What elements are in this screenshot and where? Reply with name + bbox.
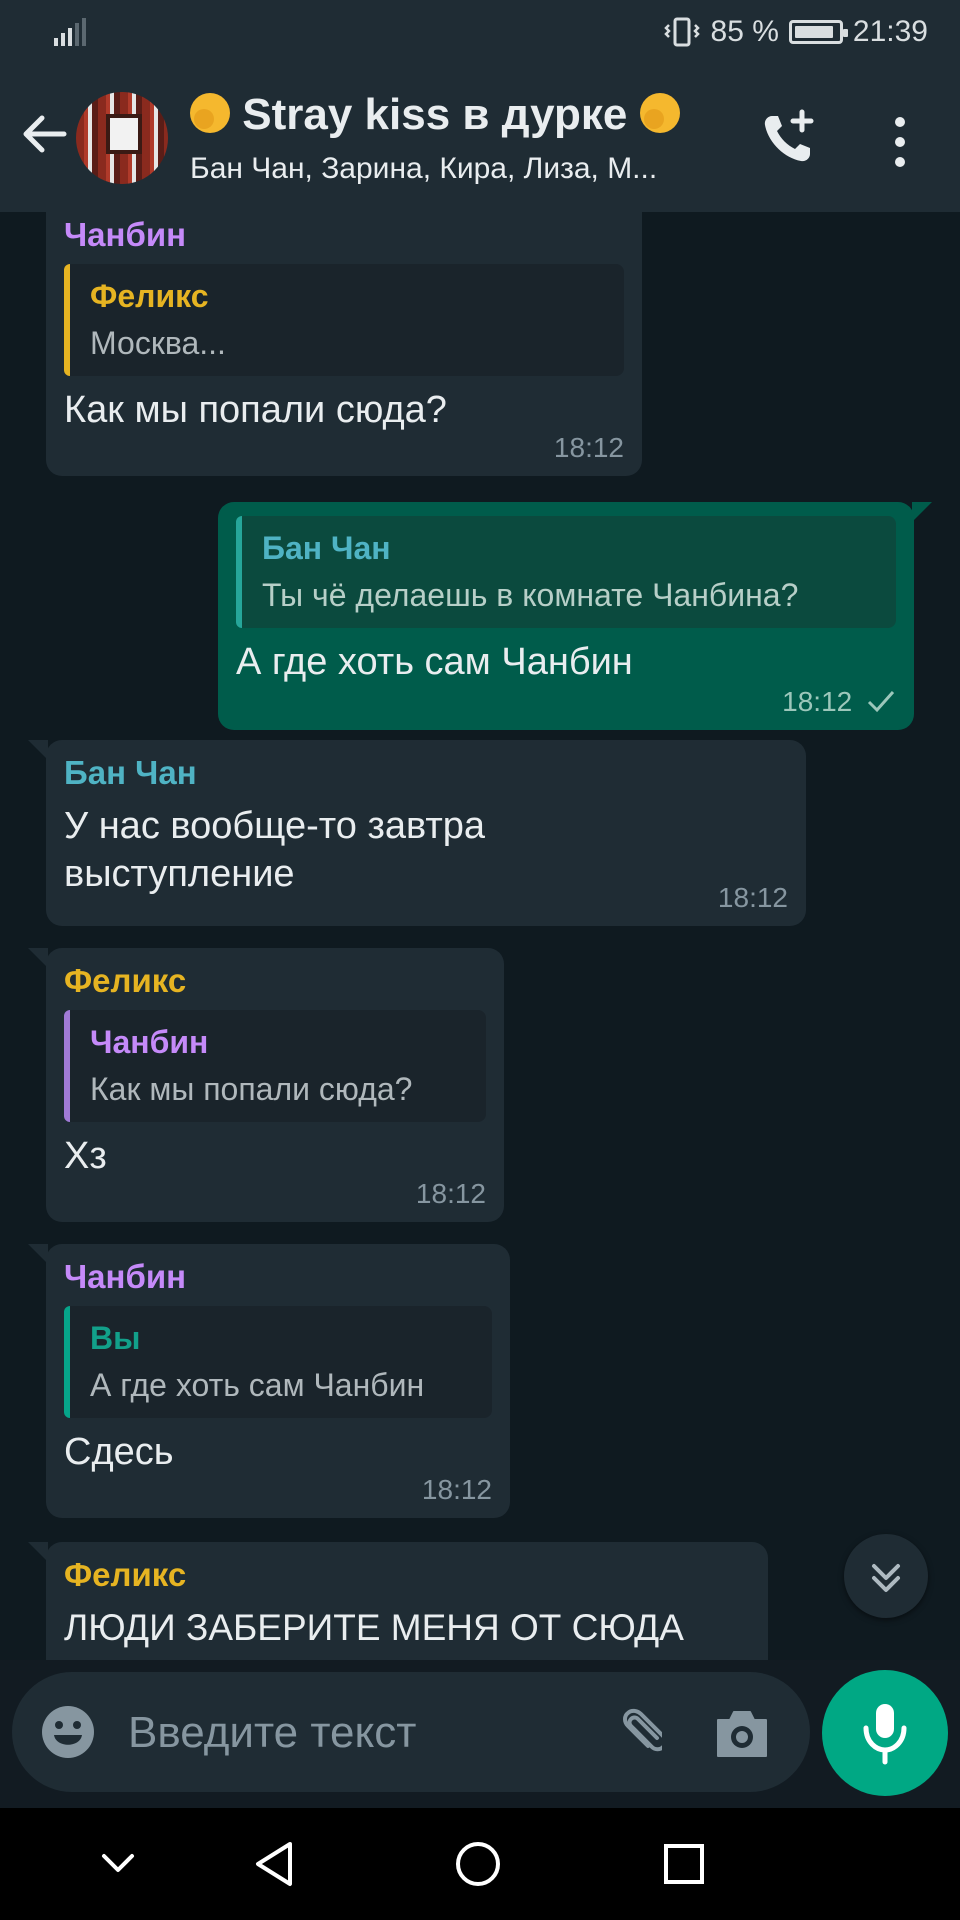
message-text: Сдесь	[64, 1431, 174, 1473]
microphone-icon	[863, 1704, 907, 1765]
message-time: 18:12	[782, 686, 896, 718]
scroll-to-bottom-button[interactable]	[844, 1534, 928, 1618]
quoted-sender: Вы	[90, 1320, 141, 1356]
message-sender: Феликс	[64, 962, 187, 999]
battery-icon	[788, 20, 848, 44]
chat-participants[interactable]: Бан Чан, Зарина, Кира, Лиза, М...	[190, 152, 730, 186]
system-nav-bar	[0, 1808, 960, 1920]
chat-title[interactable]: Stray kiss в дурке	[190, 90, 680, 140]
arrow-left-icon[interactable]	[18, 108, 70, 160]
facepalm-emoji-icon	[639, 93, 680, 133]
paperclip-icon[interactable]	[602, 1702, 662, 1762]
message-time: 18:12	[553, 432, 624, 463]
message-bubble[interactable]: Бан Чан Ты чё делаешь в комнате Чанбина?…	[218, 502, 932, 730]
message-bubble[interactable]: Чанбин Феликс Москва... Как мы попали сю…	[46, 212, 642, 476]
message-composer: Введите текст	[12, 1672, 810, 1792]
message-bubble[interactable]: Чанбин Вы А где хоть сам Чанбин Сдесь 18…	[28, 1244, 510, 1518]
add-call-icon[interactable]	[758, 108, 818, 168]
vibrate-icon	[663, 17, 700, 47]
battery-percent: 85 %	[710, 15, 779, 48]
status-bar: 85 % 21:39	[0, 0, 960, 64]
message-input[interactable]: Введите текст	[128, 1708, 416, 1758]
message-bubble[interactable]: Бан Чан У нас вообще-то завтра выступлен…	[28, 740, 806, 926]
nav-back-icon[interactable]	[252, 1840, 296, 1888]
message-sender: Чанбин	[64, 216, 187, 253]
quoted-sender: Чанбин	[90, 1024, 209, 1060]
double-chevron-down-icon	[872, 1564, 900, 1592]
quoted-sender: Феликс	[90, 278, 209, 314]
more-vert-icon[interactable]	[880, 114, 920, 170]
message-time: 18:12	[421, 1474, 492, 1505]
message-text: Как мы попали сюда?	[64, 389, 447, 431]
chat-header: Stray kiss в дурке Бан Чан, Зарина, Кира…	[0, 64, 960, 212]
message-text: У нас вообще-то завтра выступление	[64, 805, 486, 895]
camera-icon[interactable]	[712, 1706, 772, 1760]
signal-icon	[54, 18, 86, 46]
quoted-text: Москва...	[90, 325, 226, 361]
facepalm-emoji-icon	[190, 93, 230, 133]
message-list[interactable]: Чанбин Феликс Москва... Как мы попали сю…	[0, 212, 960, 1660]
group-avatar[interactable]	[76, 92, 168, 184]
nav-recents-icon[interactable]	[662, 1842, 706, 1886]
message-time: 18:12	[717, 882, 788, 913]
quoted-text: А где хоть сам Чанбин	[90, 1367, 425, 1403]
quoted-message[interactable]: Чанбин Как мы попали сюда?	[64, 1010, 486, 1122]
message-time: 18:12	[415, 1178, 486, 1209]
clock: 21:39	[852, 15, 928, 48]
quoted-message[interactable]: Феликс Москва...	[64, 264, 624, 376]
emoji-icon[interactable]	[40, 1704, 96, 1760]
message-text: ЛЮДИ ЗАБЕРИТЕ МЕНЯ ОТ СЮДА	[64, 1607, 684, 1648]
message-text: А где хоть сам Чанбин	[236, 641, 633, 683]
sent-check-icon	[867, 691, 895, 713]
message-text: Хз	[64, 1135, 107, 1177]
nav-collapse-icon[interactable]	[98, 1848, 138, 1878]
chat-screen: 85 % 21:39 Stray kiss в дурке Бан Чан, З…	[0, 0, 960, 1920]
quoted-sender: Бан Чан	[262, 530, 391, 566]
message-bubble[interactable]: Феликс ЛЮДИ ЗАБЕРИТЕ МЕНЯ ОТ СЮДА	[28, 1542, 768, 1660]
message-bubble[interactable]: Феликс Чанбин Как мы попали сюда? Хз 18:…	[28, 948, 504, 1222]
quoted-message[interactable]: Вы А где хоть сам Чанбин	[64, 1306, 492, 1418]
quoted-text: Как мы попали сюда?	[90, 1071, 413, 1107]
nav-home-icon[interactable]	[454, 1840, 502, 1888]
microphone-button[interactable]	[822, 1670, 948, 1796]
quoted-text: Ты чё делаешь в комнате Чанбина?	[262, 577, 799, 613]
message-sender: Бан Чан	[64, 754, 197, 791]
message-sender: Чанбин	[64, 1258, 187, 1295]
message-sender: Феликс	[64, 1556, 187, 1593]
quoted-message[interactable]: Бан Чан Ты чё делаешь в комнате Чанбина?	[236, 516, 896, 628]
